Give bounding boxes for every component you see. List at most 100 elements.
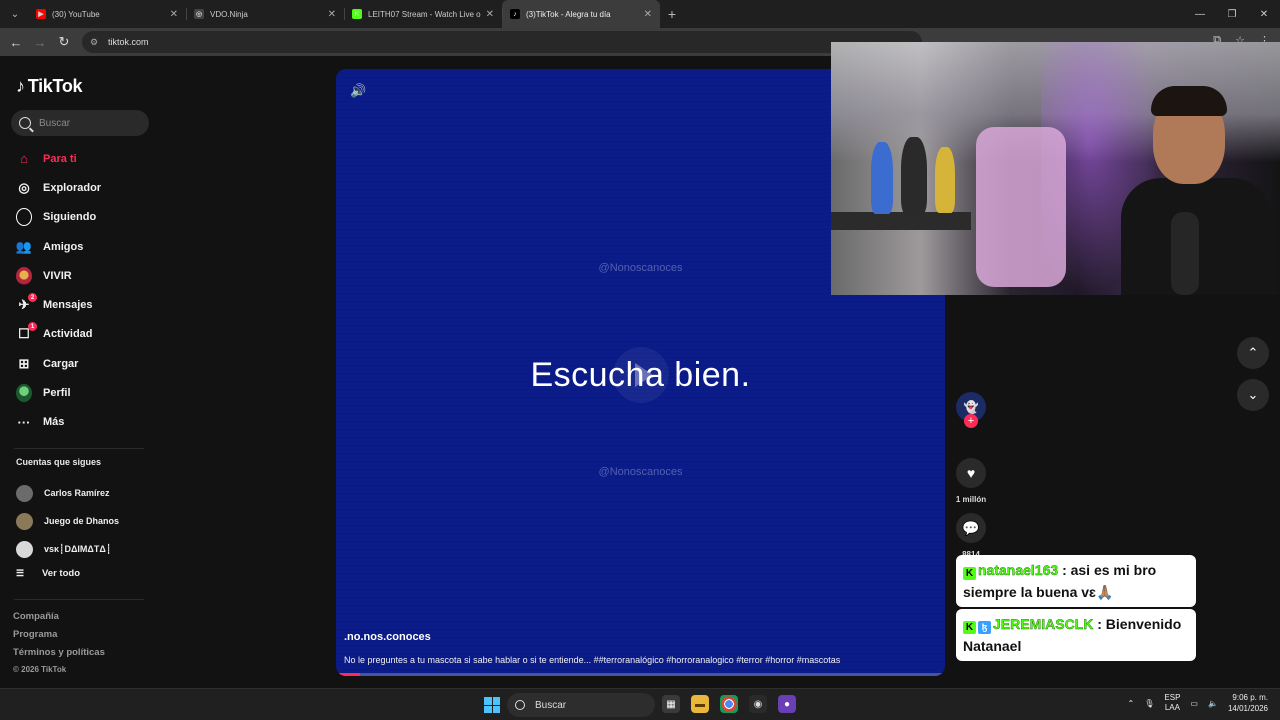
sidebar-item-actividad[interactable]: ☐ 1 Actividad bbox=[0, 320, 160, 349]
sidebar-item-amigos[interactable]: 👥 Amigos bbox=[0, 232, 160, 261]
sidebar-item-vivir[interactable]: VIVIR bbox=[0, 261, 160, 290]
close-window-icon[interactable]: ✕ bbox=[1248, 0, 1280, 28]
following-account[interactable]: Juego de Dhanos bbox=[16, 507, 119, 535]
sidebar-item-label: Siguiendo bbox=[43, 211, 97, 224]
like-button[interactable]: ♥ bbox=[956, 458, 986, 488]
following-icon bbox=[16, 208, 32, 227]
network-icon[interactable]: ▭ bbox=[1190, 699, 1198, 708]
clock[interactable]: 9:06 p. m. 14/01/2026 bbox=[1228, 692, 1268, 714]
chevron-up-icon[interactable]: ⌃ bbox=[1128, 699, 1135, 708]
profile-avatar-icon bbox=[16, 384, 32, 403]
browser-tab[interactable]: K LEITH07 Stream - Watch Live o ✕ bbox=[344, 0, 502, 28]
browser-tab[interactable]: ◎ VDO.Ninja ✕ bbox=[186, 0, 344, 28]
sidebar-item-más[interactable]: ··· Más bbox=[0, 408, 160, 437]
list-icon: ☰ bbox=[16, 568, 25, 578]
sidebar-item-siguiendo[interactable]: Siguiendo bbox=[0, 203, 160, 232]
mic-icon[interactable]: 🎙 bbox=[1144, 699, 1154, 708]
sidebar-item-label: Mensajes bbox=[43, 299, 93, 312]
search-input[interactable]: Buscar bbox=[11, 110, 149, 136]
chevron-down-icon: ⌄ bbox=[1247, 387, 1259, 402]
url-input[interactable]: ⚙ tiktok.com bbox=[82, 31, 922, 53]
tab-close-icon[interactable]: ✕ bbox=[644, 9, 652, 20]
sidebar-item-explorador[interactable]: ◎ Explorador bbox=[0, 173, 160, 202]
activity-icon: ☐ 1 bbox=[16, 322, 37, 342]
browser-tab[interactable]: ▶ (30) YouTube ✕ bbox=[28, 0, 186, 28]
tab-favicon-icon: ◎ bbox=[194, 9, 204, 19]
see-all-label: Ver todo bbox=[42, 568, 81, 579]
file-explorer-icon[interactable]: ▬ bbox=[691, 695, 709, 713]
browser-tab[interactable]: ♪ (3)TikTok - Alegra tu día ✕ bbox=[502, 0, 660, 28]
maximize-icon[interactable]: ❐ bbox=[1216, 0, 1248, 28]
figurine bbox=[871, 142, 893, 214]
app-icon[interactable]: ● bbox=[778, 695, 796, 713]
footer: Compañía Programa Términos y políticas © 2… bbox=[13, 611, 105, 674]
follow-plus-icon[interactable]: + bbox=[964, 414, 978, 428]
reload-icon[interactable]: ↻ bbox=[52, 34, 76, 50]
logo-text: TikTok bbox=[27, 76, 83, 96]
lang-top: ESP bbox=[1164, 693, 1181, 702]
account-name: Juego de Dhanos bbox=[44, 516, 120, 526]
creator-avatar[interactable]: 👻 + bbox=[956, 392, 986, 428]
tab-close-icon[interactable]: ✕ bbox=[486, 9, 494, 20]
compass-icon: ◎ bbox=[18, 179, 30, 195]
previous-video-button[interactable]: ⌃ bbox=[1237, 337, 1269, 369]
windows-start-icon[interactable] bbox=[484, 697, 500, 713]
figurine bbox=[901, 137, 927, 215]
video-caption: Escucha bien. bbox=[530, 356, 751, 394]
more-icon: ··· bbox=[17, 414, 31, 430]
footer-link[interactable]: Términos y políticas bbox=[13, 647, 105, 665]
minimize-icon[interactable]: — bbox=[1184, 0, 1216, 28]
tab-close-icon[interactable]: ✕ bbox=[170, 9, 178, 20]
webcam-overlay bbox=[831, 42, 1280, 295]
sidebar-nav: ⌂ Para ti ◎ Explorador Siguiendo 👥 Amigos VIVIR… bbox=[0, 144, 160, 437]
store-icon[interactable]: ▦ bbox=[662, 695, 680, 713]
sidebar-item-perfil[interactable]: Perfil bbox=[0, 378, 160, 407]
browser-tab-bar: ⌄ ▶ (30) YouTube ✕ ◎ VDO.Ninja ✕ K LEITH07 Stre… bbox=[0, 0, 1280, 28]
tab-title: LEITH07 Stream - Watch Live o bbox=[368, 9, 481, 19]
account-name: Carlos Ramírez bbox=[44, 488, 110, 498]
ghost-avatar-icon: 👻 bbox=[963, 400, 979, 414]
following-list: Carlos Ramírez Juego de Dhanos ᴠsᴋ┊DΔIMΔTΔ… bbox=[16, 479, 119, 563]
see-all-link[interactable]: ☰ Ver todo bbox=[16, 568, 80, 579]
back-icon[interactable]: ← bbox=[4, 35, 28, 50]
tiktok-logo[interactable]: ♪ TikTok bbox=[16, 76, 83, 97]
video-description: No le preguntes a tu mascota si sabe hab… bbox=[344, 655, 841, 665]
chevron-up-icon: ⌃ bbox=[1247, 345, 1259, 360]
video-progress-bar[interactable] bbox=[336, 673, 945, 676]
sidebar-item-mensajes[interactable]: ✈ 2 Mensajes bbox=[0, 290, 160, 319]
like-count: 1 millón bbox=[955, 495, 987, 504]
tab-close-icon[interactable]: ✕ bbox=[328, 9, 336, 20]
next-video-button[interactable]: ⌄ bbox=[1237, 379, 1269, 411]
comment-button[interactable]: 💬 bbox=[956, 513, 986, 543]
forward-icon[interactable]: → bbox=[28, 35, 52, 50]
pink-chair bbox=[976, 127, 1066, 287]
notification-badge: 2 bbox=[28, 293, 37, 303]
sidebar-item-label: Explorador bbox=[43, 181, 102, 194]
chrome-icon[interactable] bbox=[720, 695, 738, 713]
sidebar-item-label: Actividad bbox=[43, 328, 93, 341]
video-author[interactable]: .no.nos.conoces bbox=[344, 631, 431, 643]
copyright: © 2026 TikTok bbox=[13, 665, 67, 674]
microphone bbox=[1171, 212, 1199, 295]
new-tab-button[interactable]: + bbox=[660, 6, 684, 22]
footer-link[interactable]: Compañía bbox=[13, 611, 105, 629]
obs-icon[interactable]: ◉ bbox=[749, 695, 767, 713]
shelf bbox=[831, 212, 971, 230]
language-indicator[interactable]: ESP LAA bbox=[1164, 693, 1180, 713]
progress-fill bbox=[336, 673, 361, 676]
sidebar-item-label: Amigos bbox=[43, 240, 84, 253]
volume-icon[interactable]: 🔊 bbox=[350, 83, 366, 99]
taskbar-search-label: Buscar bbox=[535, 699, 567, 711]
volume-icon[interactable]: 🔈 bbox=[1208, 699, 1218, 708]
sidebar-item-cargar[interactable]: ⊞ Cargar bbox=[0, 349, 160, 378]
following-account[interactable]: ᴠsᴋ┊DΔIMΔTΔ┊ bbox=[16, 535, 119, 563]
footer-link[interactable]: Programa bbox=[13, 629, 105, 647]
tab-title: VDO.Ninja bbox=[210, 9, 248, 19]
sidebar-item-label: Cargar bbox=[43, 357, 79, 370]
tab-search-button[interactable]: ⌄ bbox=[2, 4, 28, 24]
account-name: ᴠsᴋ┊DΔIMΔTΔ┊ bbox=[44, 543, 112, 554]
taskbar-search[interactable]: Buscar bbox=[507, 693, 655, 717]
following-account[interactable]: Carlos Ramírez bbox=[16, 479, 119, 507]
sidebar-item-para-ti[interactable]: ⌂ Para ti bbox=[0, 144, 160, 173]
site-info-icon[interactable]: ⚙ bbox=[90, 37, 100, 47]
